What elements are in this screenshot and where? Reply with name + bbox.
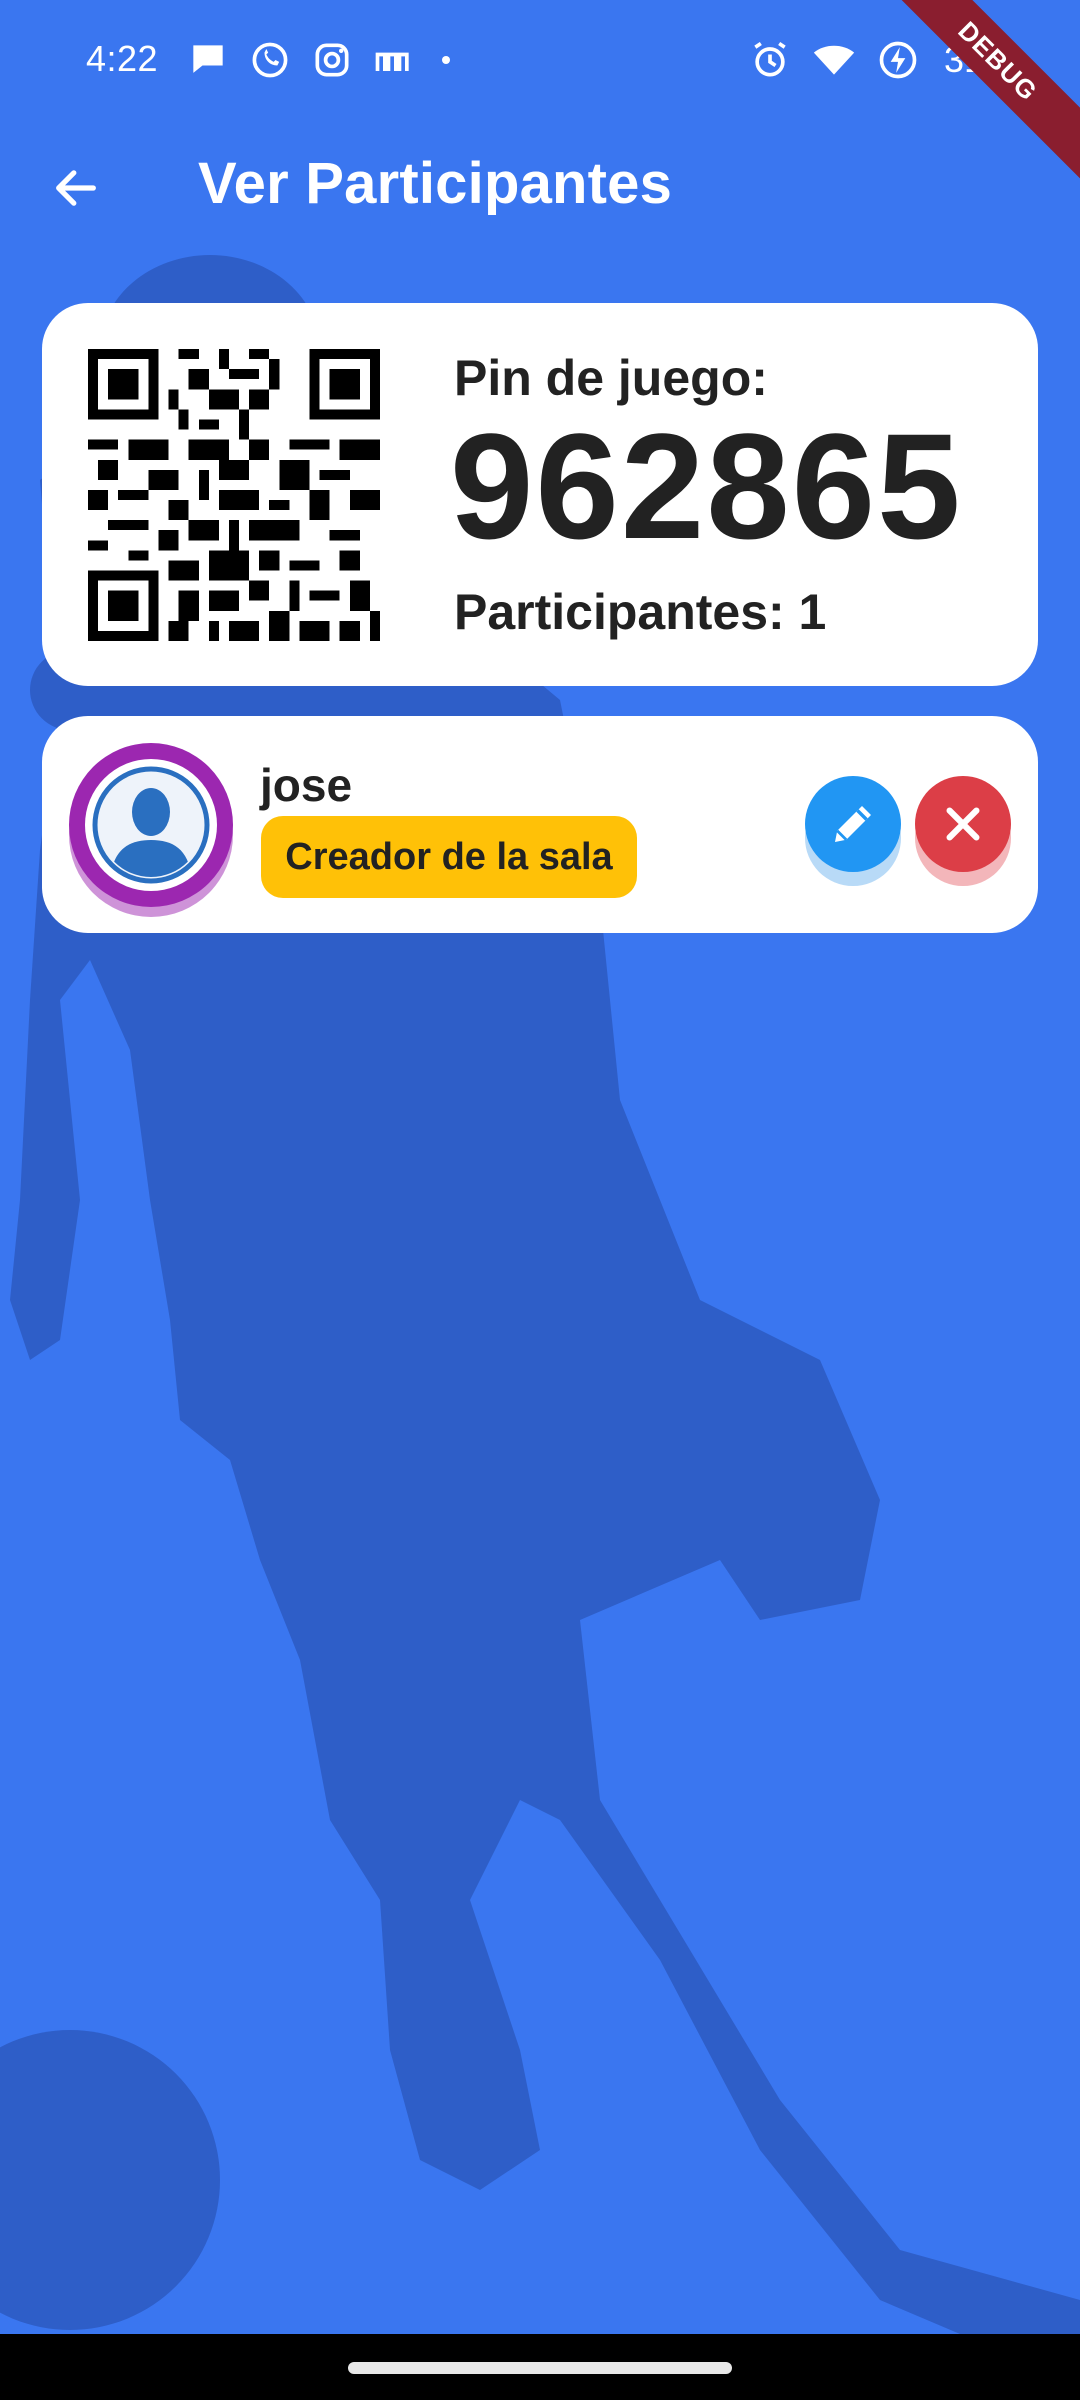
page-title: Ver Participantes — [198, 151, 673, 216]
role-badge: Creador de la sala — [261, 816, 637, 898]
person-avatar-icon — [69, 743, 233, 917]
m-app-icon — [375, 52, 409, 71]
status-time: 4:22 — [86, 38, 159, 79]
participant-name: jose — [260, 759, 353, 811]
pencil-icon — [835, 806, 871, 842]
dot-icon — [442, 56, 450, 64]
close-icon — [946, 807, 980, 841]
wifi-icon — [813, 45, 855, 75]
game-pin-card: Pin de juego: 962865 Participantes: 1 — [42, 303, 1038, 686]
whatsapp-icon — [252, 42, 288, 78]
message-icon — [193, 45, 223, 73]
alarm-icon — [754, 41, 786, 77]
back-button[interactable] — [40, 152, 112, 224]
system-navigation-bar — [0, 2334, 1080, 2400]
pin-label: Pin de juego: — [454, 350, 768, 406]
status-bar: 4:22 31 % — [0, 0, 1080, 120]
edit-participant-button[interactable] — [805, 776, 901, 872]
home-indicator[interactable] — [348, 2362, 732, 2374]
participant-card: jose Creador de la sala — [42, 716, 1038, 933]
arrow-back-icon — [56, 170, 96, 206]
notification-icons — [186, 38, 458, 82]
participants-count: Participantes: 1 — [454, 584, 827, 640]
app-bar: Ver Participantes — [0, 130, 1080, 240]
battery-saver-icon — [879, 41, 917, 79]
qr-code[interactable] — [88, 349, 380, 641]
remove-participant-button[interactable] — [915, 776, 1011, 872]
pin-value: 962865 — [450, 402, 963, 570]
instagram-icon — [315, 43, 349, 77]
